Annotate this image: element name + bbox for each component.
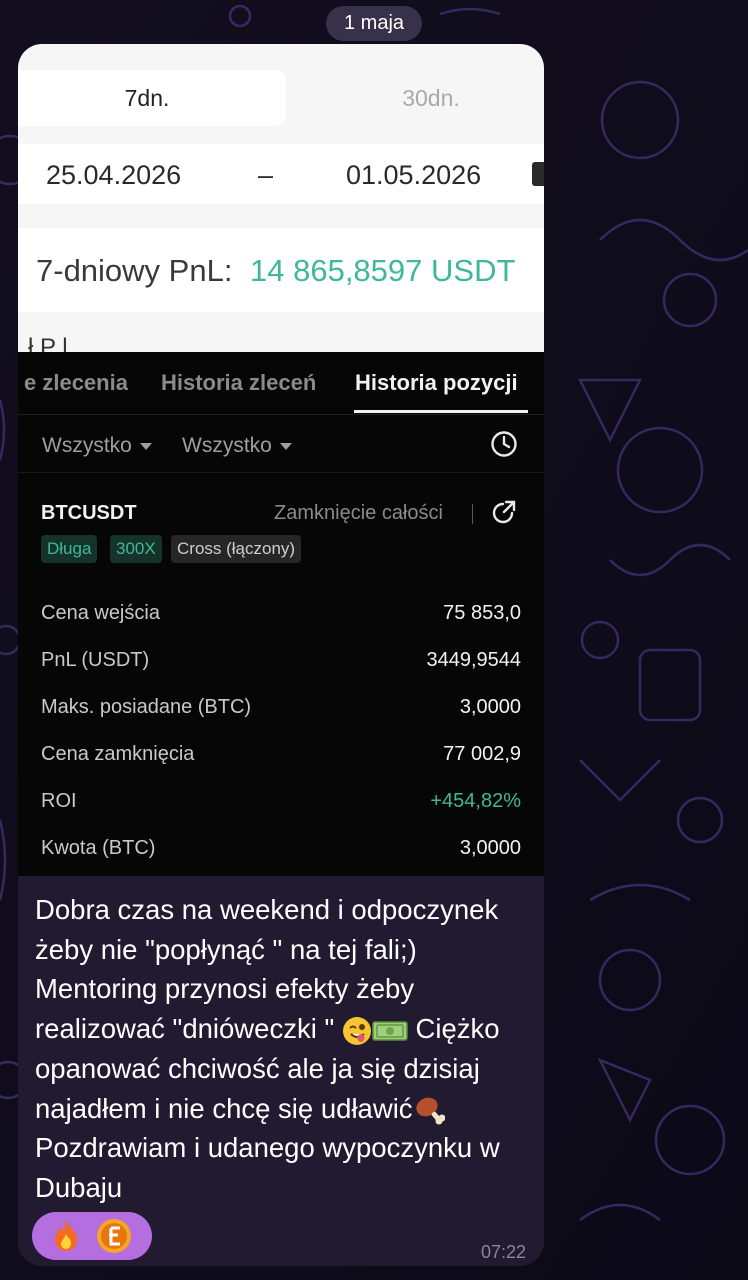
detail-row: ROI +454,82% [41, 782, 521, 829]
detail-value: 3449,9544 [426, 649, 521, 671]
detail-label: Cena zamknięcia [41, 743, 195, 765]
tab-order-history: Historia zleceń [161, 370, 317, 395]
detail-label: Kwota (BTC) [41, 837, 156, 859]
badge-leverage: 300X [110, 535, 162, 563]
date-separator-pill: 1 maja [325, 6, 423, 41]
message-text-part-3: Pozdrawiam i udanego wypoczynku w Dubaju [35, 1132, 500, 1203]
detail-label: ROI [41, 790, 77, 812]
caret-down-icon [279, 442, 292, 450]
share-icon [492, 500, 516, 524]
badge-margin-mode: Cross (łączony) [171, 535, 302, 563]
filter-1-label: Wszystko [42, 434, 132, 457]
fire-icon[interactable] [48, 1218, 84, 1254]
screenshot-pnl-summary[interactable]: 7dn. 30dn. 25.04.2026 – 01.05.2026 7-dni… [18, 44, 544, 352]
period-selector: 7dn. 30dn. [18, 70, 544, 126]
detail-row: PnL (USDT) 3449,9544 [41, 641, 521, 688]
pnl-label: 7-dniowy PnL: [36, 253, 233, 288]
filter-row: Wszystko Wszystko [18, 416, 544, 473]
reactions-pill[interactable] [32, 1212, 152, 1260]
detail-label: Cena wejścia [41, 602, 160, 624]
pnl-value: 14 865,8597 USDT [250, 253, 516, 288]
clock-icon [491, 431, 517, 457]
tab-position-history: Historia pozycji [355, 370, 518, 395]
meat-on-bone-icon [415, 1097, 445, 1125]
detail-label: Maks. posiadane (BTC) [41, 696, 252, 718]
tab-7-days: 7dn. [18, 70, 286, 126]
winking-face-tongue-icon [342, 1016, 371, 1045]
range-separator: – [258, 160, 274, 190]
badge-side: Długa [41, 535, 98, 563]
tab-orders-cropped: e zlecenia [24, 370, 128, 395]
caret-down-icon [139, 442, 152, 450]
order-tabs: e zlecenia Historia zleceń Historia pozy… [18, 352, 544, 415]
cropped-text: ł P l [28, 334, 68, 352]
detail-value: 77 002,9 [443, 743, 521, 765]
coin-avatar-icon[interactable] [96, 1218, 132, 1254]
detail-value: 3,0000 [459, 837, 521, 859]
filter-dropdown-2: Wszystko [182, 434, 292, 458]
dollar-banknote-icon [372, 1021, 408, 1041]
screenshot-position-history[interactable]: e zlecenia Historia zleceń Historia pozy… [18, 352, 544, 876]
message-text: Dobra czas na weekend i odpoczynek żeby … [35, 890, 531, 1208]
detail-label: PnL (USDT) [41, 649, 150, 671]
divider [472, 504, 473, 524]
detail-row: Cena wejścia 75 853,0 [41, 594, 521, 641]
detail-row: Maks. posiadane (BTC) 3,0000 [41, 688, 521, 735]
range-start: 25.04.2026 [46, 160, 182, 190]
position-details: Cena wejścia 75 853,0 PnL (USDT) 3449,95… [41, 594, 521, 876]
roi-value: +454,82% [430, 790, 521, 812]
active-tab-underline [354, 410, 528, 413]
message-time: 07:22 [480, 1242, 526, 1262]
close-all-label: Zamknięcie całości [274, 502, 443, 524]
filter-dropdown-1: Wszystko [42, 434, 152, 458]
message-bubble[interactable]: 7dn. 30dn. 25.04.2026 – 01.05.2026 7-dni… [18, 44, 544, 1266]
range-end: 01.05.2026 [346, 160, 482, 190]
calendar-icon [532, 162, 544, 186]
detail-value: 75 853,0 [443, 602, 521, 624]
pnl-summary-row: 7-dniowy PnL: 14 865,8597 USDT [18, 228, 544, 312]
date-range: 25.04.2026 – 01.05.2026 [18, 144, 544, 204]
detail-row: Cena zamknięcia 77 002,9 [41, 735, 521, 782]
detail-row: Kwota (BTC) 3,0000 [41, 829, 521, 876]
position-symbol: BTCUSDT [41, 502, 137, 524]
tab-30-days: 30dn. [402, 85, 460, 111]
filter-2-label: Wszystko [182, 434, 272, 457]
detail-value: 3,0000 [459, 696, 521, 718]
